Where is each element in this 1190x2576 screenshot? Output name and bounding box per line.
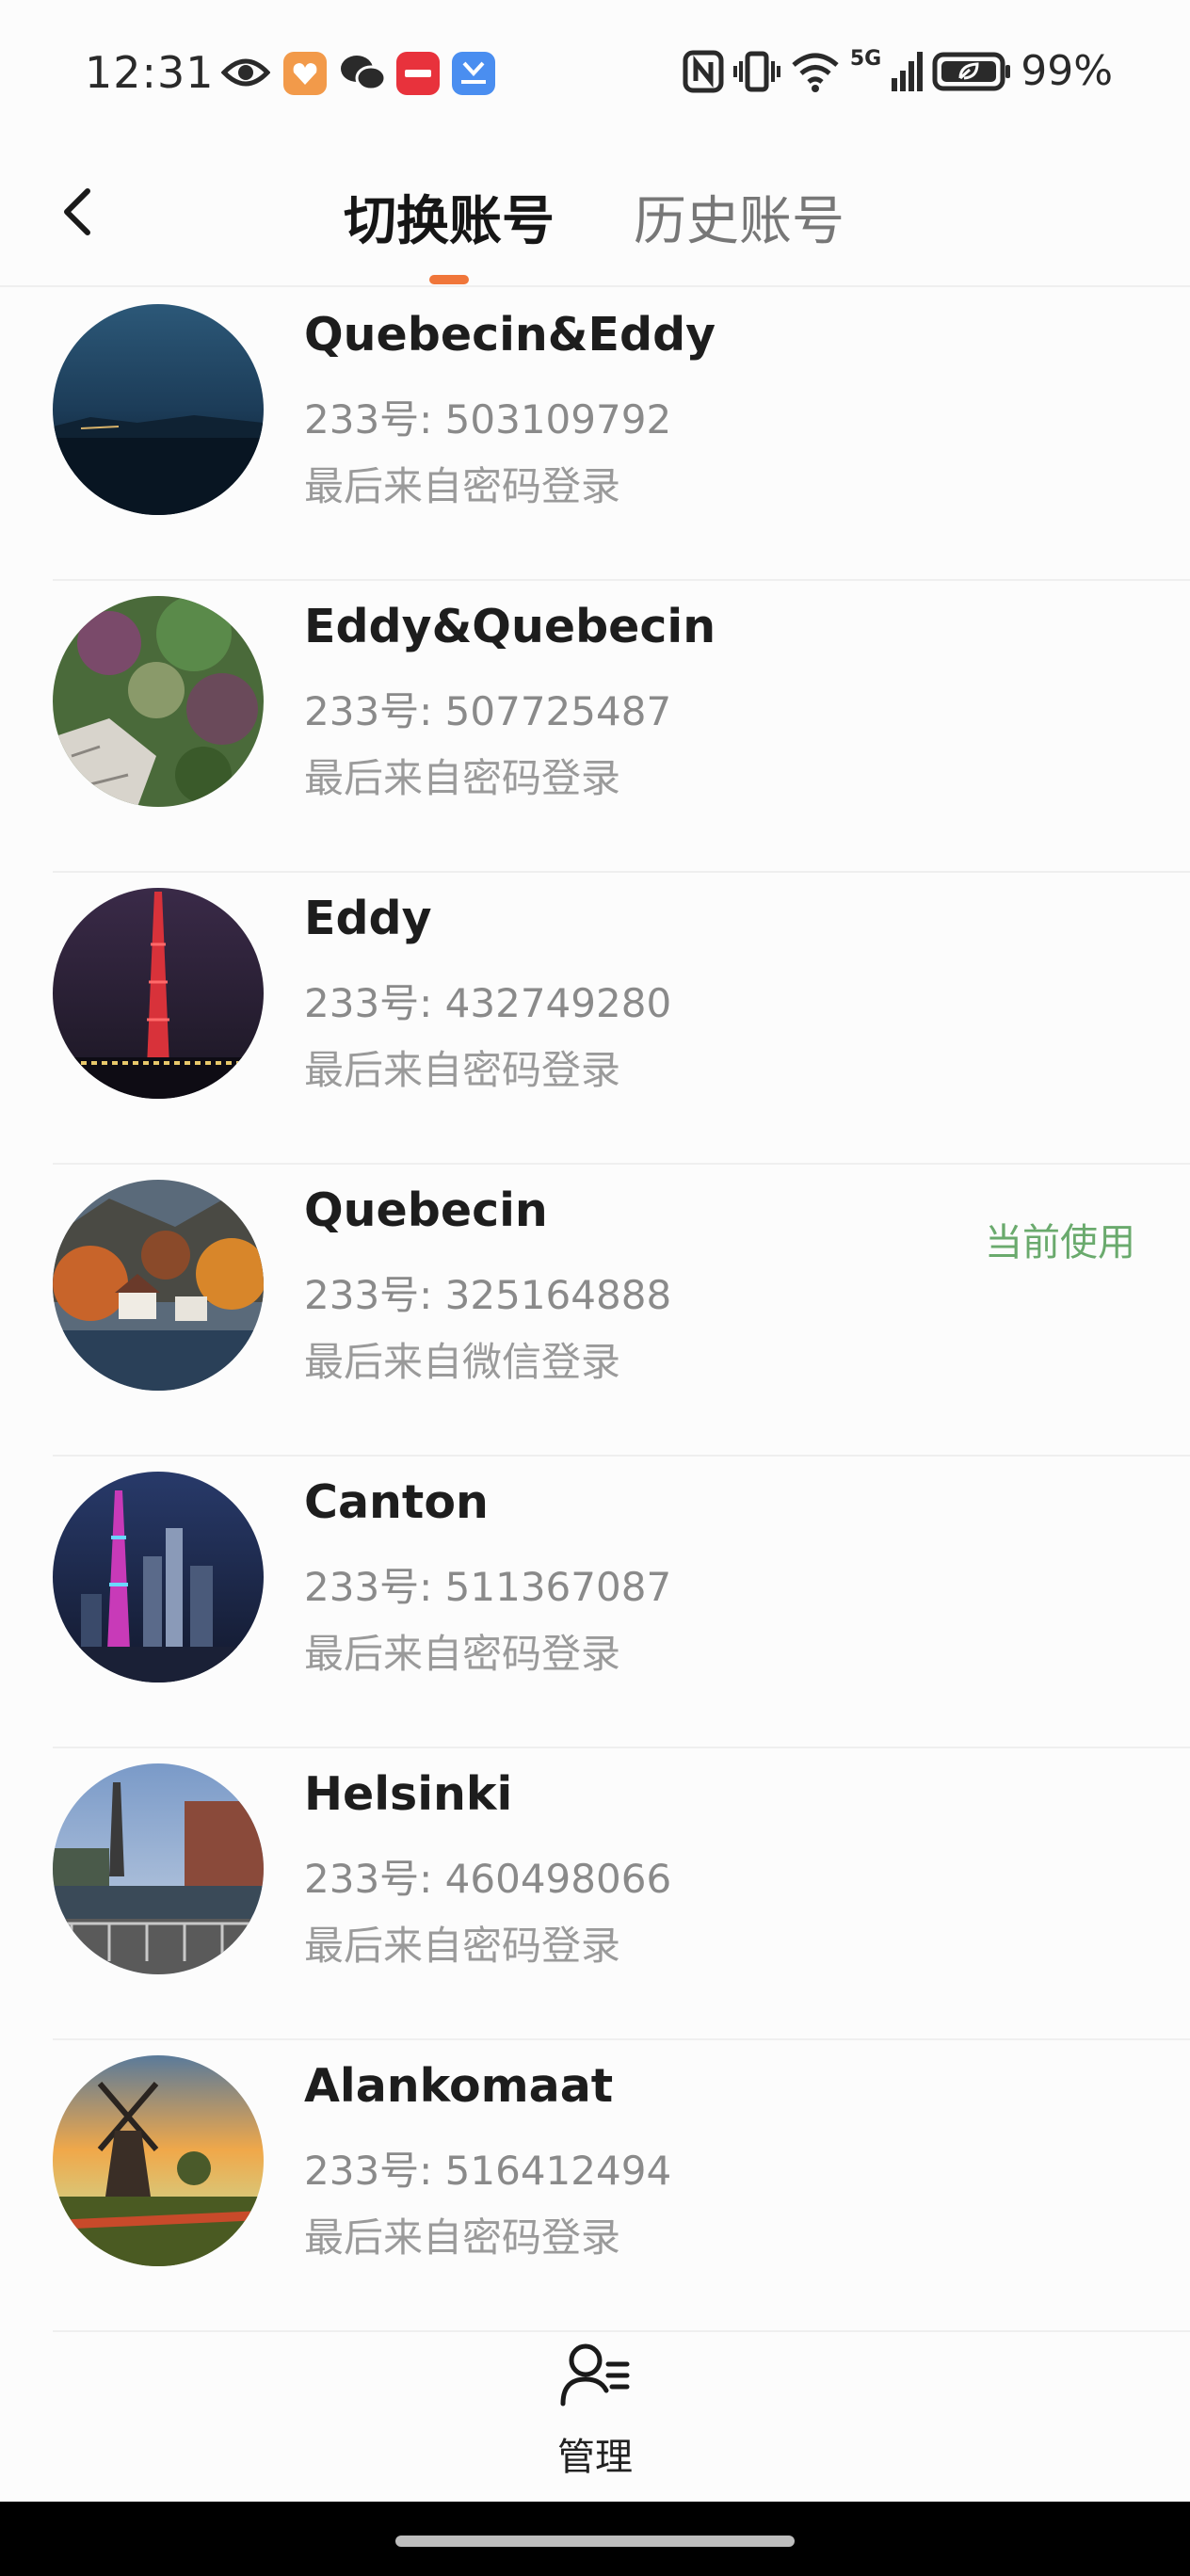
account-row[interactable]: Alankomaat 233号: 516412494 最后来自密码登录 (0, 2040, 1190, 2332)
vibrate-icon (732, 51, 780, 91)
tab-history-account[interactable]: 历史账号 (634, 179, 844, 255)
account-name: Eddy (304, 892, 432, 945)
account-id: 233号: 511367087 (304, 1564, 672, 1610)
last-login-method: 最后来自密码登录 (304, 1923, 621, 1969)
account-id: 233号: 460498066 (304, 1856, 672, 1902)
eye-icon (221, 58, 270, 87)
status-bar: 12:31 5G 99% (0, 0, 1190, 141)
honor-app-icon (452, 52, 495, 95)
active-tab-indicator (429, 275, 469, 284)
wechat-icon (341, 56, 387, 91)
account-row[interactable]: Quebecin 233号: 325164888 最后来自微信登录 当前使用 (0, 1165, 1190, 1457)
account-row[interactable]: Helsinki 233号: 460498066 最后来自密码登录 (0, 1748, 1190, 2040)
city-skyline-night-photo (53, 1472, 264, 1682)
signal-icon (892, 51, 924, 91)
account-row[interactable]: Eddy&Quebecin 233号: 507725487 最后来自密码登录 (0, 581, 1190, 873)
account-name: Eddy&Quebecin (304, 600, 716, 653)
avatar (53, 1180, 264, 1391)
account-name: Canton (304, 1475, 489, 1529)
home-indicator[interactable] (395, 2536, 795, 2547)
back-arrow-icon[interactable] (52, 184, 108, 240)
account-id: 233号: 507725487 (304, 688, 672, 734)
header: 切换账号 历史账号 (0, 141, 1190, 287)
account-name: Quebecin (304, 1183, 548, 1237)
account-id: 233号: 516412494 (304, 2148, 672, 2194)
account-name: Helsinki (304, 1767, 513, 1821)
windmill-sunset-photo (53, 2055, 264, 2266)
last-login-method: 最后来自密码登录 (304, 1047, 621, 1093)
current-account-badge: 当前使用 (985, 1221, 1135, 1264)
app-badge-orange-icon (283, 52, 327, 95)
account-row[interactable]: Quebecin&Eddy 233号: 503109792 最后来自密码登录 (0, 289, 1190, 581)
xiaohongshu-icon (396, 52, 440, 95)
last-login-method: 最后来自密码登录 (304, 755, 621, 801)
autumn-lakeside-village-photo (53, 1180, 264, 1391)
canton-tower-night-photo (53, 888, 264, 1099)
avatar (53, 2055, 264, 2266)
last-login-method: 最后来自密码登录 (304, 1631, 621, 1677)
account-id: 233号: 325164888 (304, 1272, 672, 1318)
avatar (53, 304, 264, 515)
avatar (53, 1763, 264, 1974)
system-navigation-bar (0, 2502, 1190, 2576)
last-login-method: 最后来自密码登录 (304, 2214, 621, 2261)
account-id: 233号: 432749280 (304, 980, 672, 1026)
account-name: Alankomaat (304, 2059, 614, 2113)
account-list: Quebecin&Eddy 233号: 503109792 最后来自密码登录 E… (0, 289, 1190, 2332)
manage-label: 管理 (557, 2436, 633, 2479)
account-row[interactable]: Canton 233号: 511367087 最后来自密码登录 (0, 1457, 1190, 1748)
battery-icon (932, 52, 1011, 90)
account-id: 233号: 503109792 (304, 396, 672, 443)
tab-switch-account[interactable]: 切换账号 (344, 179, 555, 255)
user-manage-icon (560, 2343, 630, 2407)
succulent-garden-photo (53, 596, 264, 807)
avatar (53, 596, 264, 807)
avatar (53, 888, 264, 1099)
status-right: 5G 99% (683, 47, 1113, 95)
network-type: 5G (849, 47, 882, 71)
nfc-icon (683, 50, 724, 92)
last-login-method: 最后来自密码登录 (304, 463, 621, 509)
canal-bridge-photo (53, 1763, 264, 1974)
account-name: Quebecin&Eddy (304, 308, 716, 362)
wifi-icon (792, 53, 839, 92)
manage-button[interactable]: 管理 (548, 2342, 642, 2492)
account-row[interactable]: Eddy 233号: 432749280 最后来自密码登录 (0, 873, 1190, 1165)
last-login-method: 最后来自微信登录 (304, 1339, 621, 1385)
status-time: 12:31 (85, 47, 215, 98)
battery-level: 99% (1021, 47, 1113, 95)
bottom-bar: 管理 (0, 2309, 1190, 2502)
night-lake-photo (53, 304, 264, 515)
avatar (53, 1472, 264, 1682)
